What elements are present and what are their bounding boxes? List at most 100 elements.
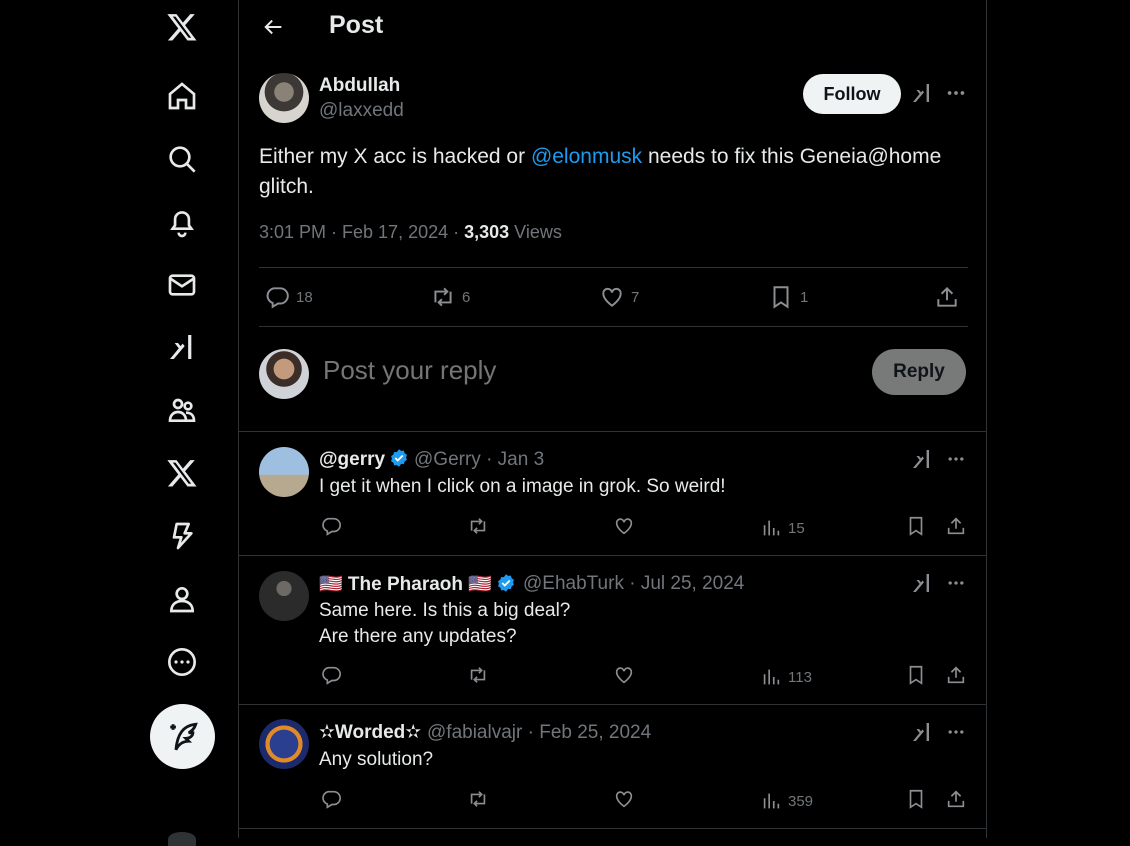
reply-text: Same here. Is this a big deal? Are there …	[319, 598, 570, 650]
left-nav	[0, 0, 238, 846]
bookmark-count: 1	[800, 288, 809, 306]
author-handle[interactable]: @laxxedd	[319, 100, 404, 122]
more-horizontal-icon	[947, 91, 965, 95]
reply-icon	[322, 666, 341, 685]
reply-like-action[interactable]	[613, 664, 635, 686]
grok-icon	[913, 450, 929, 468]
reply-like-action[interactable]	[613, 515, 635, 537]
repost-count: 6	[462, 288, 471, 306]
author-avatar[interactable]	[259, 73, 309, 123]
reply-repost-action[interactable]	[467, 664, 489, 686]
current-user-avatar[interactable]	[259, 349, 309, 399]
reply-reply-action[interactable]	[320, 515, 342, 537]
bookmark-icon	[773, 286, 789, 309]
post-text: Either my X acc is hacked or @elonmusk n…	[259, 142, 969, 202]
author-name[interactable]: Abdullah	[319, 75, 400, 97]
page-title: Post	[329, 11, 384, 39]
heart-icon	[615, 518, 633, 535]
repost-icon	[470, 791, 486, 807]
reply-reply-action[interactable]	[320, 664, 342, 686]
heart-icon	[615, 791, 633, 808]
arrow-left-icon	[264, 19, 282, 35]
reply-author-name[interactable]: ✫Worded✫	[319, 721, 421, 744]
mention-link[interactable]: @elonmusk	[531, 145, 642, 168]
bookmark-icon	[909, 516, 923, 536]
reply-text: Any solution?	[319, 749, 434, 770]
reply-button[interactable]: Reply	[872, 349, 966, 395]
profile-icon[interactable]	[157, 574, 207, 624]
verified-orgs-icon[interactable]	[157, 511, 207, 561]
follow-button[interactable]: Follow	[803, 74, 901, 114]
share-action[interactable]	[934, 284, 960, 310]
reply-author[interactable]: @gerry	[319, 448, 409, 471]
grok-icon	[913, 84, 929, 102]
post-more-button[interactable]	[943, 82, 969, 104]
reply-repost-action[interactable]	[467, 788, 489, 810]
heart-icon	[602, 287, 622, 307]
grok-icon	[913, 574, 929, 592]
reply-item[interactable]: 🇺🇸 The Pharaoh 🇺🇸 @EhabTurk · Jul 25, 20…	[239, 556, 986, 704]
repost-action[interactable]: 6	[430, 284, 470, 310]
grok-icon	[913, 723, 929, 741]
grok-explain-button[interactable]	[909, 719, 935, 745]
grok-icon[interactable]	[157, 322, 207, 372]
reply-more-button[interactable]	[943, 721, 969, 743]
reply-avatar[interactable]	[259, 719, 309, 769]
reply-repost-action[interactable]	[467, 515, 489, 537]
reply-text-line: Are there any updates?	[319, 626, 517, 647]
reply-input[interactable]	[321, 354, 845, 387]
reply-reply-action[interactable]	[320, 788, 342, 810]
reply-views-count: 359	[788, 792, 814, 810]
views-chart-icon	[763, 520, 780, 536]
notifications-icon[interactable]	[157, 197, 207, 247]
views-label: Views	[509, 222, 562, 242]
reply-action[interactable]: 18	[264, 284, 313, 310]
reply-avatar[interactable]	[259, 447, 309, 497]
reply-bookmark-action[interactable]	[905, 664, 927, 686]
grok-explain-button[interactable]	[909, 446, 935, 472]
post-timestamp[interactable]: 3:01 PM · Feb 17, 2024 ·	[259, 222, 464, 242]
reply-handle-date[interactable]: @EhabTurk · Jul 25, 2024	[523, 573, 744, 595]
reply-item[interactable]: @gerry @Gerry · Jan 3 I get it when I cl…	[239, 432, 986, 555]
search-icon[interactable]	[157, 134, 207, 184]
reply-handle-date[interactable]: @fabialvajr · Feb 25, 2024	[427, 722, 651, 744]
divider	[259, 326, 968, 327]
premium-icon[interactable]	[157, 448, 207, 498]
reply-share-action[interactable]	[945, 515, 967, 537]
reply-bookmark-action[interactable]	[905, 515, 927, 537]
reply-more-button[interactable]	[943, 448, 969, 470]
grok-explain-button[interactable]	[909, 570, 935, 596]
reply-icon	[322, 517, 341, 536]
account-avatar-edge[interactable]	[168, 832, 196, 846]
more-icon[interactable]	[157, 637, 207, 687]
reply-avatar[interactable]	[259, 571, 309, 621]
compose-feather-icon	[169, 722, 198, 750]
reply-handle-date[interactable]: @Gerry · Jan 3	[414, 449, 544, 471]
reply-icon	[266, 287, 289, 309]
compose-button[interactable]	[150, 704, 215, 769]
reply-views-action[interactable]: 113	[760, 666, 812, 688]
share-icon	[947, 790, 965, 808]
reply-bookmark-action[interactable]	[905, 788, 927, 810]
bookmark-action[interactable]: 1	[768, 284, 808, 310]
communities-icon[interactable]	[157, 385, 207, 435]
like-action[interactable]: 7	[599, 284, 639, 310]
grok-explain-button[interactable]	[909, 80, 935, 106]
reply-share-action[interactable]	[945, 664, 967, 686]
reply-views-action[interactable]: 15	[760, 517, 805, 539]
reply-views-action[interactable]: 359	[760, 790, 813, 812]
reply-count: 18	[296, 288, 313, 306]
home-icon[interactable]	[157, 71, 207, 121]
reply-share-action[interactable]	[945, 788, 967, 810]
reply-item[interactable]: ✫Worded✫ @fabialvajr · Feb 25, 2024 Any …	[239, 705, 986, 828]
messages-icon[interactable]	[157, 260, 207, 310]
x-logo-icon[interactable]	[157, 2, 207, 52]
bookmark-icon	[909, 789, 923, 809]
reply-more-button[interactable]	[943, 572, 969, 594]
bookmark-icon	[909, 665, 923, 685]
reply-author[interactable]: 🇺🇸 The Pharaoh 🇺🇸	[319, 572, 516, 596]
reply-like-action[interactable]	[613, 788, 635, 810]
reply-views-count: 113	[788, 668, 812, 686]
back-button[interactable]	[257, 10, 291, 44]
reply-icon	[322, 790, 341, 809]
